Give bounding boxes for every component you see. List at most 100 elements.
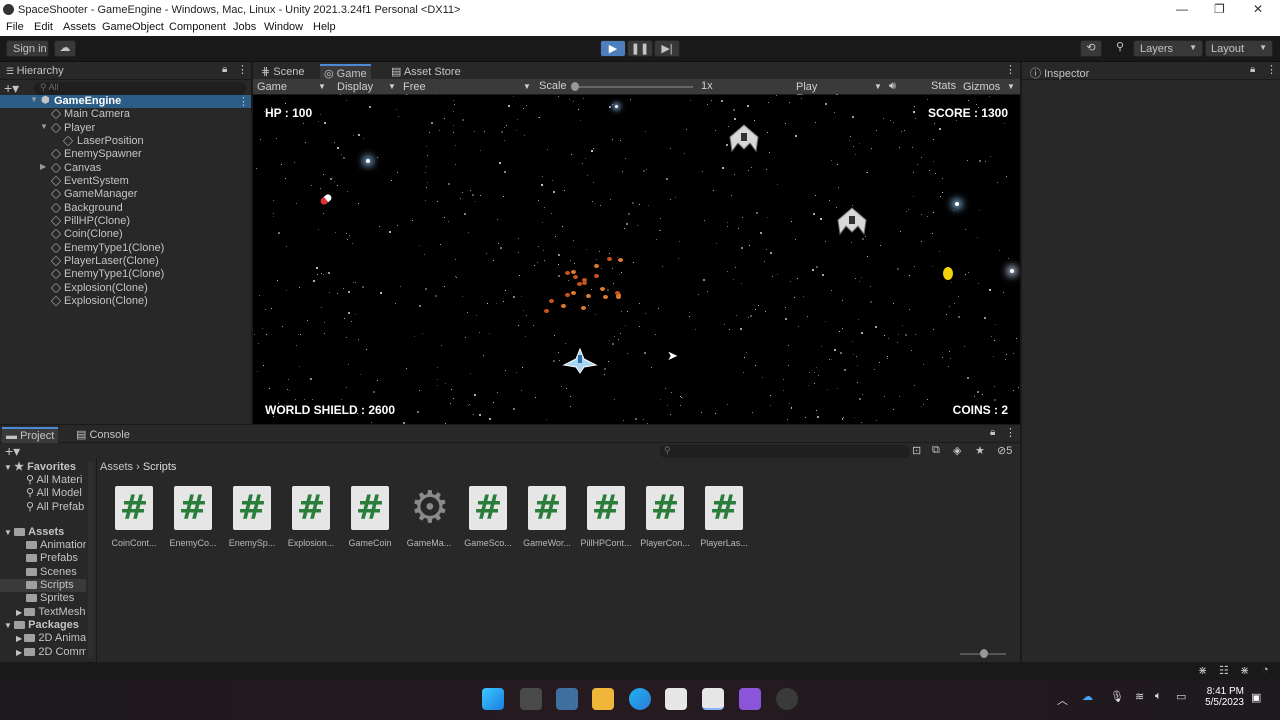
file-explorer-icon[interactable]	[592, 688, 614, 710]
script-file[interactable]: # GameSco...	[460, 486, 516, 548]
more-options-icon[interactable]: ⋮	[1266, 63, 1277, 76]
script-file[interactable]: # PillHPCont...	[578, 486, 634, 548]
script-file[interactable]: # CoinCont...	[106, 486, 162, 548]
task-view-icon[interactable]	[520, 688, 542, 710]
hidden-packages-icon[interactable]: ⊘5	[997, 444, 1012, 457]
project-search-input[interactable]: ⚲	[660, 445, 910, 458]
microphone-icon[interactable]: 🎙︎	[1110, 690, 1124, 703]
menu-assets[interactable]: Assets	[63, 21, 96, 33]
tab-scene[interactable]: ⋕ Scene	[257, 64, 308, 80]
folder-item[interactable]: Sprites	[26, 592, 86, 605]
favorite-item[interactable]: ⚲ All Prefab	[26, 500, 86, 513]
hierarchy-item[interactable]: EnemySpawner	[0, 148, 251, 161]
favorite-item[interactable]: ⚲ All Materi	[26, 473, 86, 486]
folder-item-selected[interactable]: Scripts	[0, 579, 86, 592]
hierarchy-item[interactable]: Explosion(Clone)	[0, 282, 251, 295]
more-options-icon[interactable]: ⋮	[1005, 426, 1016, 439]
system-clock[interactable]: 8:41 PM 5/5/2023	[1198, 686, 1244, 708]
favorite-item[interactable]: ⚲ All Model	[26, 486, 86, 499]
hierarchy-item[interactable]: ▶ Canvas	[0, 162, 251, 175]
tab-console[interactable]: ▤ Console	[72, 427, 134, 443]
menu-edit[interactable]: Edit	[34, 21, 53, 33]
search-icon[interactable]: ⚲	[1108, 40, 1132, 57]
menu-component[interactable]: Component	[169, 21, 226, 33]
more-options-icon[interactable]: ⋮	[238, 95, 249, 108]
folder-item[interactable]: Scenes	[26, 566, 86, 579]
hierarchy-item-gameengine[interactable]: ▼ ⬢ GameEngine ⋮	[0, 95, 251, 108]
sign-in-button[interactable]: Sign in	[6, 40, 49, 57]
hierarchy-search-input[interactable]: ⚲ All	[34, 82, 246, 95]
game-viewport[interactable]: HP : 100 SCORE : 1300 WORLD SHIELD : 260…	[253, 95, 1020, 424]
lock-icon[interactable]: 🔒︎	[990, 427, 995, 438]
chevron-up-icon[interactable]: ︿	[1057, 692, 1068, 708]
script-file[interactable]: # EnemyCo...	[165, 486, 221, 548]
stats-button[interactable]: Stats	[931, 80, 956, 92]
notification-icon[interactable]: ▣	[1251, 691, 1261, 704]
package-item[interactable]: ▶ 2D Anima	[16, 632, 86, 645]
battery-icon[interactable]: ▭	[1176, 690, 1186, 703]
more-options-icon[interactable]: ⋮	[237, 63, 248, 76]
layers-dropdown[interactable]: Layers ▼	[1133, 40, 1203, 57]
hierarchy-item[interactable]: PillHP(Clone)	[0, 215, 251, 228]
tab-asset-store[interactable]: ▤ Asset Store	[387, 64, 465, 80]
menu-file[interactable]: File	[6, 21, 24, 33]
breadcrumb-scripts[interactable]: Scripts	[143, 461, 177, 473]
network-icon[interactable]: ⋇	[1198, 664, 1207, 677]
onedrive-icon[interactable]: ☁	[1082, 690, 1093, 703]
search-by-type-icon[interactable]: ⊡	[912, 444, 921, 457]
menu-help[interactable]: Help	[313, 21, 336, 33]
hierarchy-item[interactable]: EnemyType1(Clone)	[0, 268, 251, 281]
minimize-icon[interactable]: —	[1176, 2, 1188, 16]
pause-button[interactable]: ❚❚	[627, 40, 653, 57]
close-icon[interactable]: ✕	[1253, 2, 1263, 16]
lock-icon[interactable]: 🔒︎	[222, 64, 227, 75]
favorites-header[interactable]: ▼ ★ Favorites	[4, 460, 76, 473]
play-button[interactable]: ▶	[600, 40, 626, 57]
lock-icon[interactable]: 🔒︎	[1250, 64, 1255, 75]
tab-game[interactable]: ◎ Game	[320, 64, 371, 80]
hierarchy-item[interactable]: Background	[0, 202, 251, 215]
hierarchy-item[interactable]: GameManager	[0, 188, 251, 201]
assets-header[interactable]: ▼ Assets	[4, 526, 64, 539]
step-button[interactable]: ▶|	[654, 40, 680, 57]
hierarchy-item[interactable]: Explosion(Clone)	[0, 295, 251, 308]
menu-gameobject[interactable]: GameObject	[102, 21, 164, 33]
volume-icon[interactable]: 🔈︎	[1155, 690, 1162, 703]
scale-slider-handle[interactable]	[571, 82, 579, 91]
folder-tree-scrollbar[interactable]	[88, 462, 94, 658]
script-file[interactable]: # Explosion...	[283, 486, 339, 548]
obs-recorder-icon[interactable]	[776, 688, 798, 710]
windows-start-icon[interactable]	[482, 688, 504, 710]
visual-studio-icon[interactable]	[739, 688, 761, 710]
hierarchy-item[interactable]: Coin(Clone)	[0, 228, 251, 241]
hierarchy-item[interactable]: EnemyType1(Clone)	[0, 242, 251, 255]
script-file[interactable]: # EnemySp...	[224, 486, 280, 548]
folder-item[interactable]: Prefabs	[26, 552, 86, 565]
menu-jobs[interactable]: Jobs	[233, 21, 256, 33]
layout-dropdown[interactable]: Layout ▼	[1205, 40, 1273, 57]
label-icon[interactable]: ◈	[953, 444, 961, 457]
hierarchy-item[interactable]: LaserPosition	[0, 135, 251, 148]
tab-inspector[interactable]: ⓘ Inspector	[1026, 64, 1093, 80]
hierarchy-item[interactable]: ▼ Player	[0, 122, 251, 135]
tab-project[interactable]: ▬ Project	[2, 427, 59, 443]
package-item[interactable]: ▶ 2D Comm	[16, 646, 86, 659]
script-file[interactable]: # GameCoin	[342, 486, 398, 548]
hierarchy-item[interactable]: Main Camera	[0, 108, 251, 121]
hierarchy-item[interactable]: PlayerLaser(Clone)	[0, 255, 251, 268]
icon-size-slider-handle[interactable]	[980, 649, 988, 658]
unity-editor-icon[interactable]	[702, 688, 724, 710]
hierarchy-item[interactable]: EventSystem	[0, 175, 251, 188]
history-icon[interactable]: ⟲	[1080, 40, 1102, 57]
folder-item[interactable]: Animation	[26, 539, 86, 552]
speaker-icon[interactable]: 🔊︎	[889, 80, 896, 93]
script-file[interactable]: ⚙ GameMa...	[401, 486, 457, 549]
breadcrumb-assets[interactable]: Assets	[100, 461, 133, 473]
collab-icon[interactable]: ⋇	[1240, 664, 1249, 677]
script-file[interactable]: # PlayerLas...	[696, 486, 752, 548]
script-file[interactable]: # GameWor...	[519, 486, 575, 548]
script-file[interactable]: # PlayerCon...	[637, 486, 693, 548]
packages-header[interactable]: ▼ Packages	[4, 619, 79, 632]
favorite-star-icon[interactable]: ★	[975, 444, 985, 457]
layers-stack-icon[interactable]: ☷	[1219, 664, 1229, 677]
